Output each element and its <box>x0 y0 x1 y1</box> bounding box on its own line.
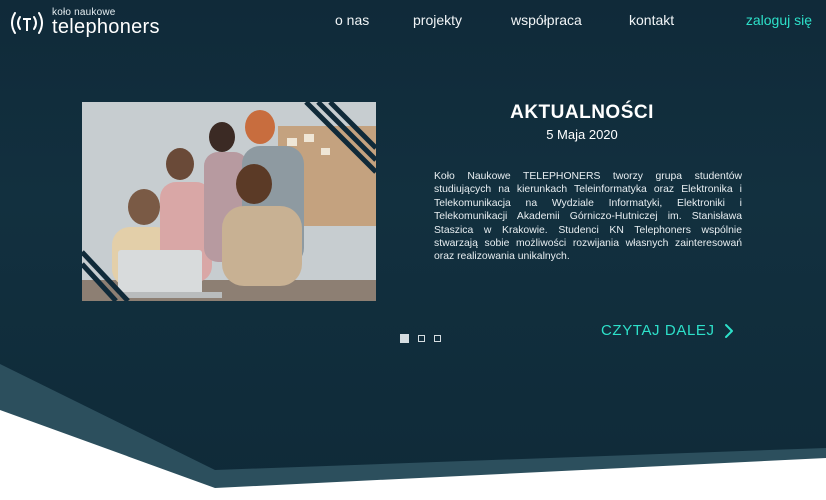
chevron-right-icon <box>724 323 733 338</box>
news-date: 5 Maja 2020 <box>546 127 618 142</box>
main-nav: o nas projekty współpraca kontakt <box>0 12 826 32</box>
nav-link-wspolpraca[interactable]: współpraca <box>511 12 582 28</box>
nav-link-kontakt[interactable]: kontakt <box>629 12 674 28</box>
news-image <box>82 102 376 301</box>
nav-link-o-nas[interactable]: o nas <box>335 12 369 28</box>
login-link[interactable]: zaloguj się <box>746 12 812 28</box>
news-body: Koło Naukowe TELEPHONERS tworzy grupa st… <box>434 171 742 263</box>
nav-link-projekty[interactable]: projekty <box>413 12 462 28</box>
news-title: AKTUALNOŚCI <box>510 102 654 123</box>
header: koło naukowe telephoners o nas projekty … <box>0 0 826 44</box>
team-photo <box>82 102 376 301</box>
read-more-label: CZYTAJ DALEJ <box>601 322 715 339</box>
carousel-dot-3[interactable] <box>434 335 441 342</box>
carousel-dot-1[interactable] <box>400 334 409 343</box>
carousel-dot-2[interactable] <box>418 335 425 342</box>
carousel-pagination <box>400 334 450 343</box>
read-more-button[interactable]: CZYTAJ DALEJ <box>601 322 734 339</box>
